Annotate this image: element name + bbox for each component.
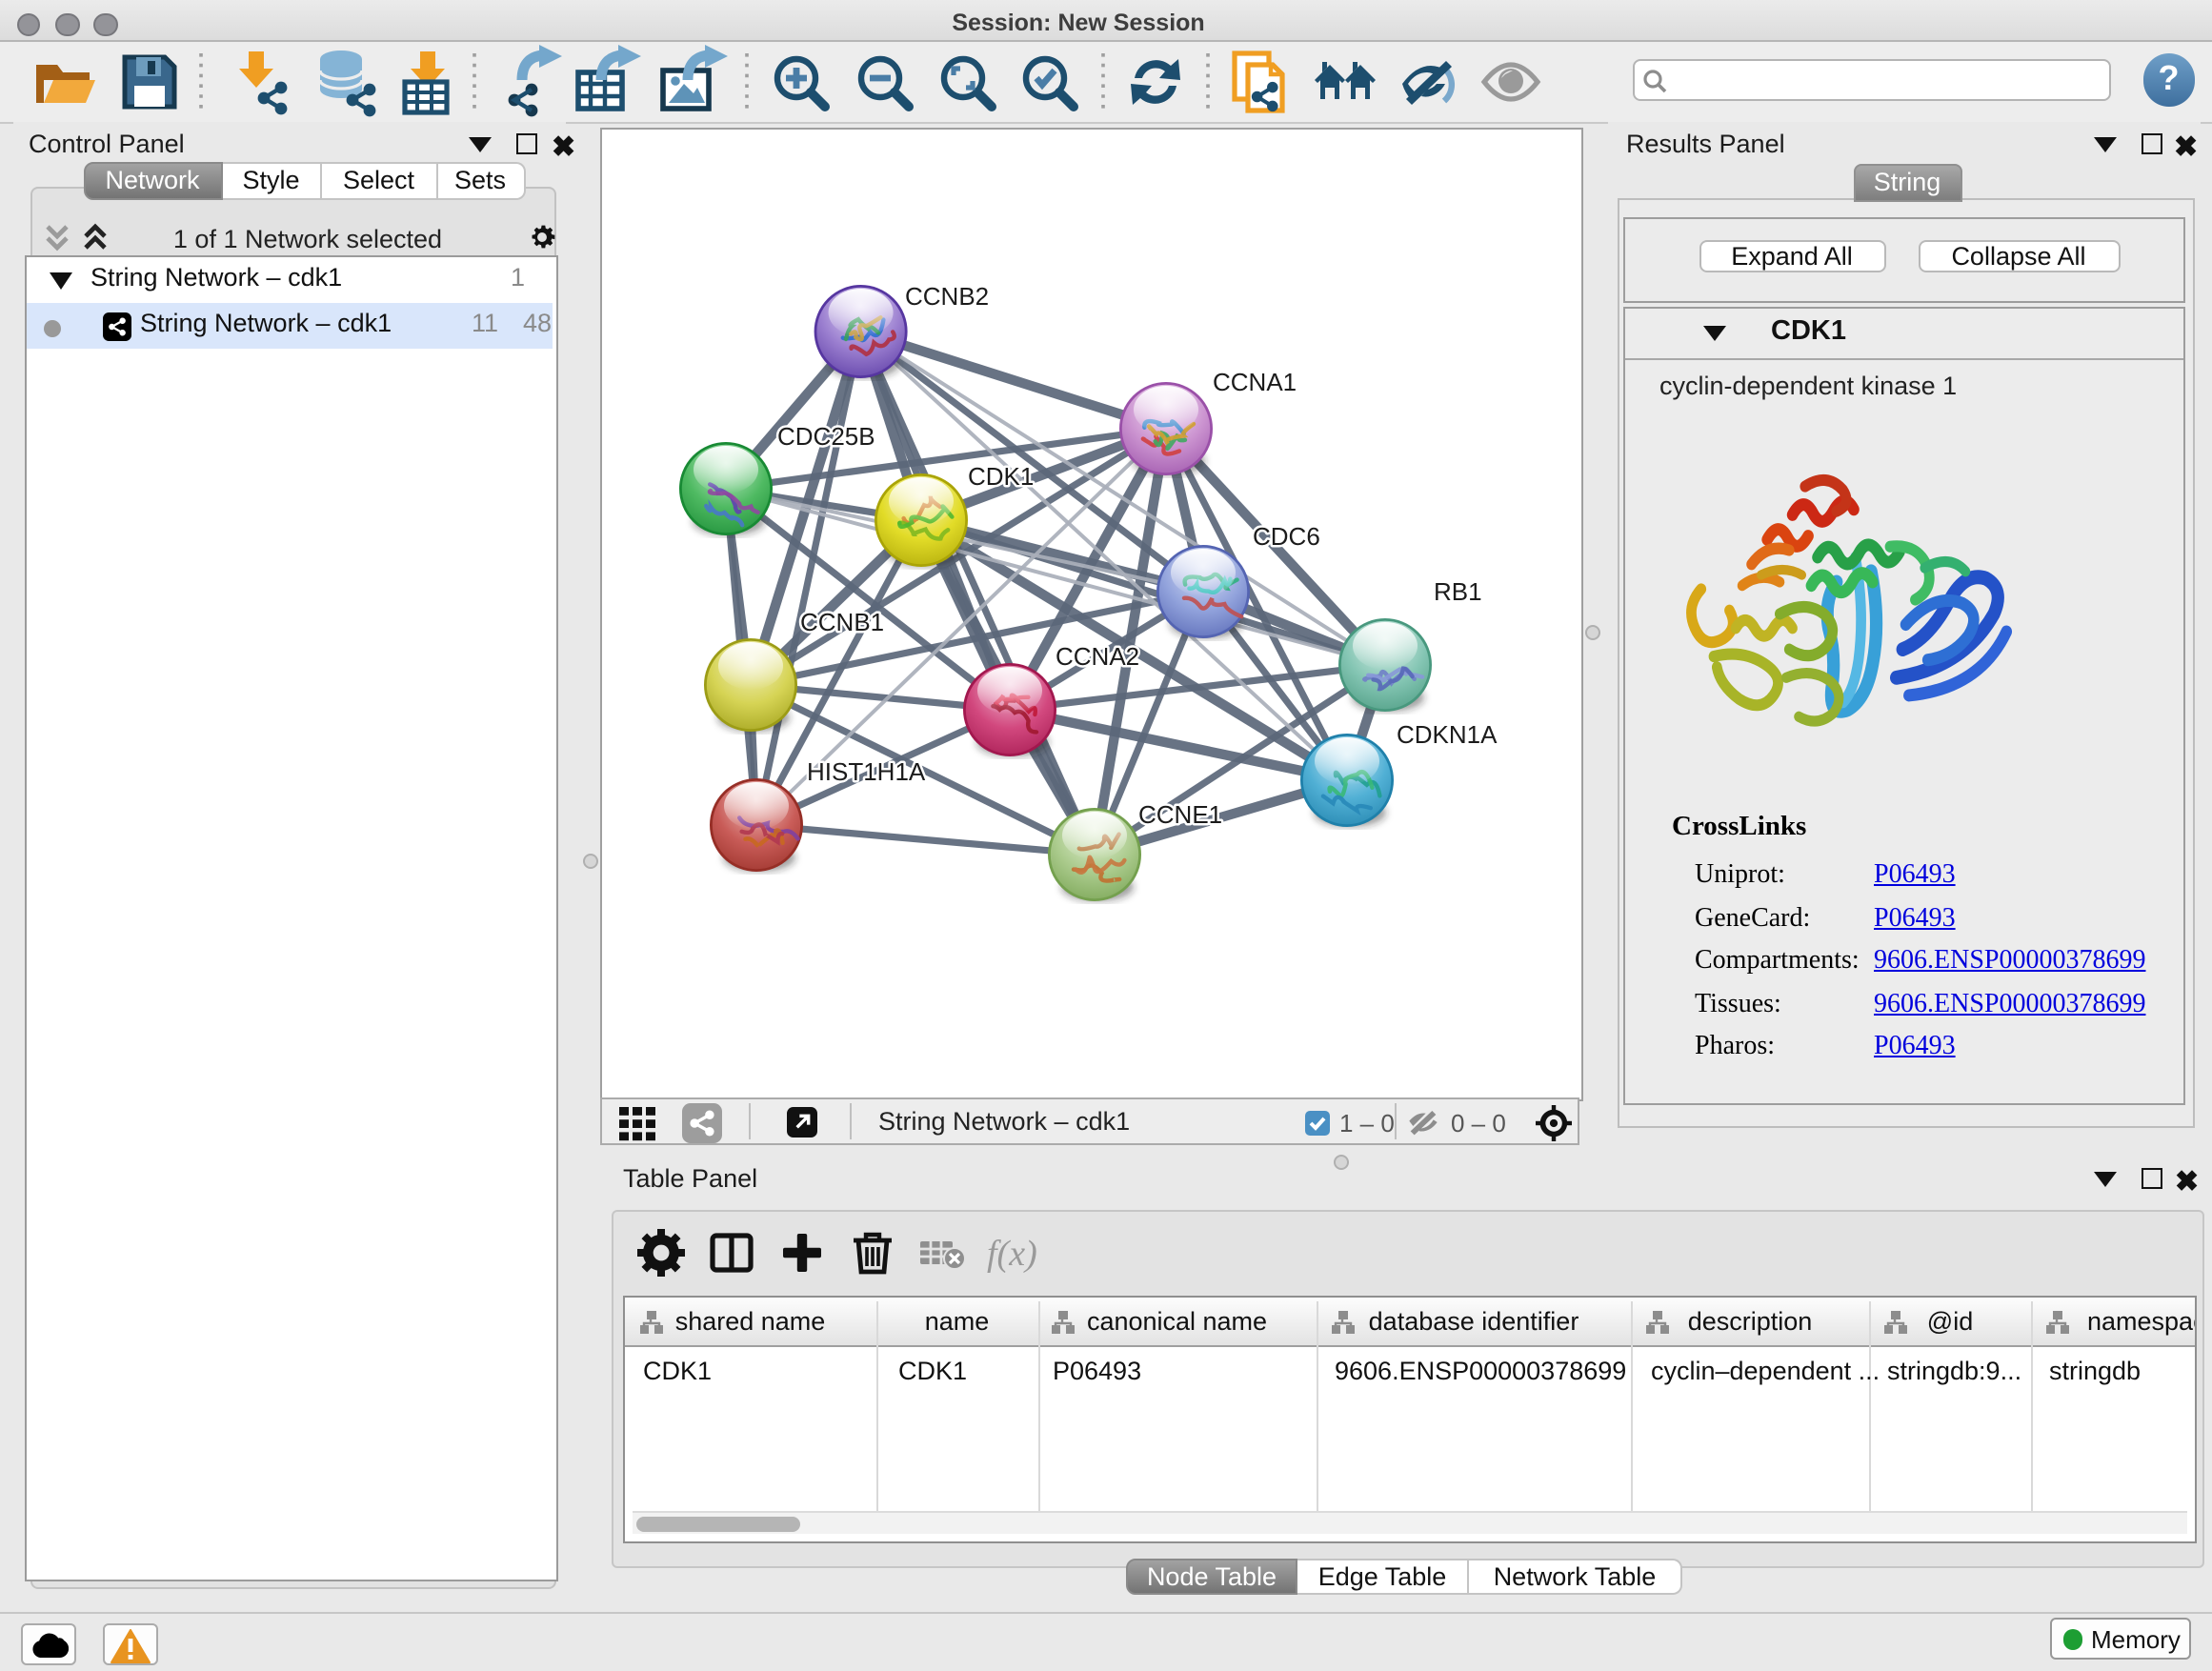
svg-text:CDKN1A: CDKN1A [1397,719,1498,748]
svg-text:CDK1: CDK1 [968,461,1034,490]
svg-text:CCNB2: CCNB2 [905,281,989,310]
svg-text:CCNA2: CCNA2 [1056,641,1139,670]
svg-text:CDC6: CDC6 [1253,521,1320,550]
svg-text:CCNA1: CCNA1 [1213,367,1297,395]
svg-text:CCNB1: CCNB1 [800,607,884,635]
svg-text:CCNE1: CCNE1 [1138,799,1222,828]
svg-text:CDC25B: CDC25B [777,421,875,450]
svg-text:f(x): f(x) [986,1234,1036,1274]
svg-text:RB1: RB1 [1434,576,1482,605]
svg-text:HIST1H1A: HIST1H1A [807,756,926,785]
